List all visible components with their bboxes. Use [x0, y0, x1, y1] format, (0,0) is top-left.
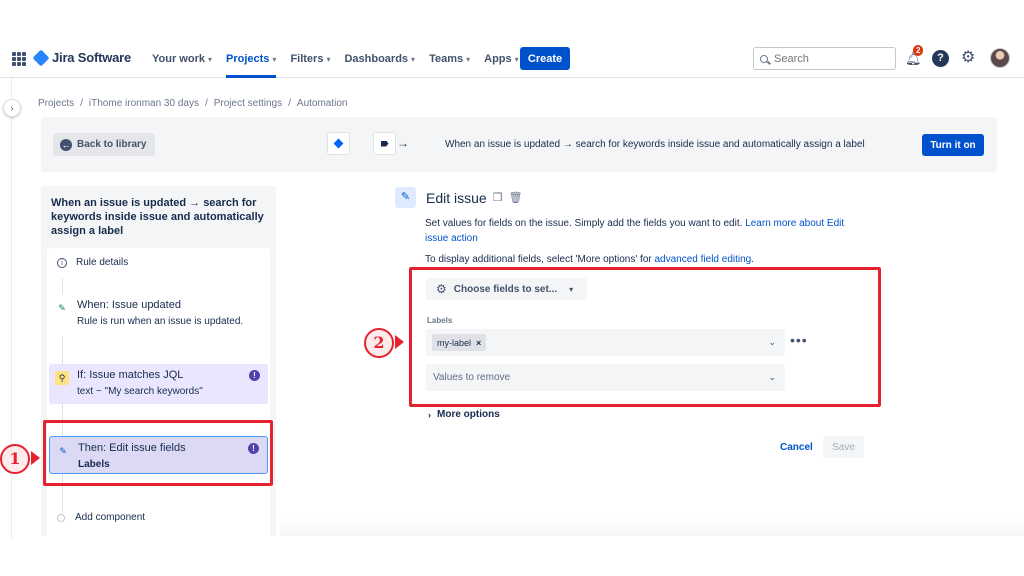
- step-condition-jql[interactable]: ⚲ If: Issue matches JQL text ~ "My searc…: [49, 364, 268, 404]
- step-subtitle: Rule is run when an issue is updated.: [77, 316, 244, 327]
- nav-filters[interactable]: Filters ▾: [290, 40, 330, 78]
- advanced-field-editing-link[interactable]: advanced field editing: [655, 254, 752, 265]
- nav-teams[interactable]: Teams ▾: [429, 40, 470, 78]
- turn-it-on-button[interactable]: Turn it on: [922, 134, 984, 156]
- nav-label: Filters: [290, 53, 324, 65]
- edit-issue-description: Set values for fields on the issue. Simp…: [425, 216, 870, 246]
- nav-your-work[interactable]: Your work ▾: [152, 40, 212, 78]
- edit-issue-title: Edit issue: [426, 189, 487, 206]
- nav-label: Apps: [484, 53, 512, 65]
- nav-dashboards[interactable]: Dashboards ▾: [344, 40, 415, 78]
- rule-details-label: Rule details: [76, 257, 129, 268]
- trigger-diamond-icon: [327, 132, 350, 155]
- notifications-button[interactable]: 🔔︎ 2: [905, 45, 924, 67]
- breadcrumb: Projects / iThome ironman 30 days / Projec…: [38, 98, 348, 109]
- template-banner: ← Back to library → When an issue is upd…: [41, 117, 997, 172]
- primary-nav: Your work ▾ Projects ▾ Filters ▾ Dashboards…: [152, 40, 519, 78]
- step-title: When: Issue updated: [77, 299, 181, 311]
- breadcrumb-project-settings[interactable]: Project settings: [214, 98, 282, 109]
- jira-logo-icon: [32, 49, 50, 66]
- search-icon: [760, 54, 768, 63]
- search-input[interactable]: [774, 52, 884, 65]
- search-icon: ⚲: [55, 371, 69, 385]
- more-options-hint: To display additional fields, select 'Mo…: [425, 254, 754, 265]
- step-title: If: Issue matches JQL: [77, 369, 184, 381]
- step-subtitle: text ~ "My search keywords": [77, 386, 203, 397]
- add-component-label: Add component: [75, 512, 146, 523]
- chevron-right-icon: ›: [428, 409, 431, 420]
- search-box[interactable]: [753, 47, 896, 70]
- bottom-shadow: [280, 518, 1024, 536]
- edit-issue-header: ✎ Edit issue ❐ 🗑︎: [395, 187, 523, 208]
- nav-label: Teams: [429, 53, 464, 65]
- back-label: Back to library: [77, 139, 147, 150]
- notification-count-badge: 2: [913, 45, 924, 56]
- add-node-icon: [57, 513, 65, 522]
- cancel-button[interactable]: Cancel: [772, 437, 821, 458]
- hint-text-end: .: [751, 254, 755, 265]
- nav-label: Projects: [226, 53, 270, 65]
- create-button[interactable]: Create: [520, 47, 570, 70]
- nav-label: Your work: [152, 53, 205, 65]
- arrow-right-icon: →: [397, 136, 409, 150]
- avatar[interactable]: [990, 48, 1010, 68]
- breadcrumb-project[interactable]: iThome ironman 30 days: [89, 98, 199, 109]
- nav-projects[interactable]: Projects ▾: [226, 40, 277, 78]
- hint-text: To display additional fields, select 'Mo…: [425, 254, 655, 265]
- breadcrumb-separator: /: [80, 98, 83, 109]
- callout-arrow-2: [395, 335, 404, 349]
- step-trigger-issue-updated[interactable]: ✎ When: Issue updated Rule is run when a…: [49, 294, 268, 336]
- chevron-down-icon: ▾: [272, 54, 277, 64]
- back-to-library-button[interactable]: ← Back to library: [53, 133, 156, 156]
- breadcrumb-separator: /: [204, 98, 208, 109]
- help-icon[interactable]: ?: [932, 50, 949, 67]
- warning-icon: !: [249, 370, 260, 381]
- breadcrumb-projects[interactable]: Projects: [38, 98, 74, 109]
- description-text: Set values for fields on the issue. Simp…: [425, 218, 746, 229]
- callout-marker-1: 1: [0, 444, 30, 474]
- callout-arrow-1: [31, 451, 40, 465]
- arrow-left-icon: ←: [60, 138, 72, 151]
- info-icon: i: [57, 257, 67, 268]
- nav-apps[interactable]: Apps ▾: [484, 40, 519, 78]
- nav-label: Dashboards: [344, 53, 409, 65]
- chevron-down-icon: ▾: [514, 54, 519, 64]
- top-navigation: Jira Software Your work ▾ Projects ▾ Filte…: [0, 40, 1024, 78]
- more-options-label: More options: [437, 409, 500, 420]
- rule-steps: i Rule details ✎ When: Issue updated Rul…: [47, 248, 270, 538]
- callout-marker-2: 2: [364, 328, 394, 358]
- grid-icon[interactable]: [12, 52, 26, 66]
- copy-icon[interactable]: ❐: [493, 191, 503, 204]
- chevron-down-icon: ▾: [466, 54, 471, 64]
- label-tag-icon: [373, 132, 396, 155]
- rule-details-item[interactable]: i Rule details: [57, 257, 128, 268]
- chevron-down-icon: ▾: [207, 54, 212, 64]
- gear-icon[interactable]: ⚙: [961, 49, 975, 67]
- highlight-box-fields: [409, 267, 881, 407]
- trash-icon[interactable]: 🗑︎: [509, 191, 523, 204]
- breadcrumb-separator: /: [288, 98, 291, 109]
- pencil-icon: ✎: [58, 303, 66, 313]
- chevron-down-icon: ▾: [411, 54, 416, 64]
- rule-summary: When an issue is updated → search for ke…: [445, 139, 865, 150]
- breadcrumb-automation[interactable]: Automation: [297, 98, 348, 109]
- highlight-box-step: [43, 420, 273, 486]
- product-logo[interactable]: Jira Software: [32, 49, 132, 66]
- more-options-toggle[interactable]: › More options: [428, 409, 500, 420]
- add-component-button[interactable]: Add component: [57, 512, 145, 523]
- expand-sidebar-chevron-icon[interactable]: ›: [3, 99, 21, 117]
- rule-title: When an issue is updated → search for ke…: [51, 197, 264, 237]
- pencil-icon: ✎: [395, 187, 416, 208]
- chevron-down-icon: ▾: [326, 54, 331, 64]
- brand-name: Jira Software: [52, 50, 132, 65]
- save-button[interactable]: Save: [823, 436, 864, 458]
